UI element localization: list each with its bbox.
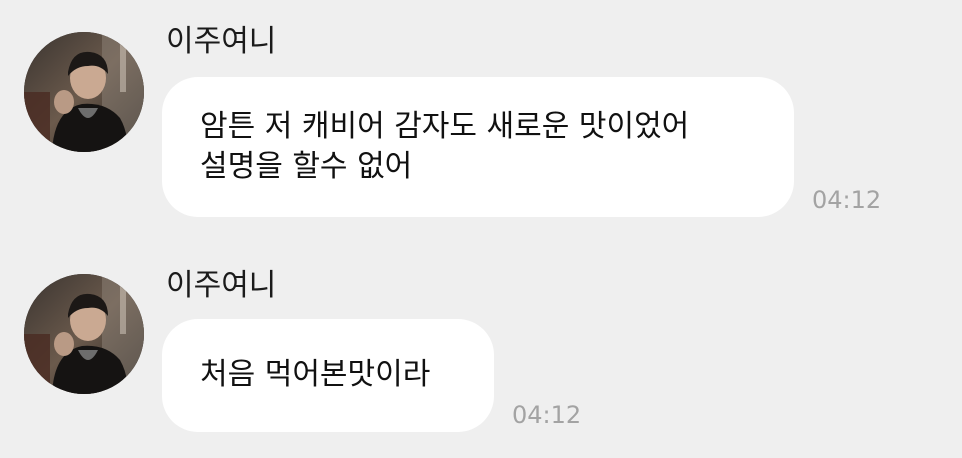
message-text: 암튼 저 캐비어 감자도 새로운 맛이었어 <box>200 109 690 144</box>
message-text: 처음 먹어본맛이라 <box>200 357 431 392</box>
message-bubble[interactable]: 암튼 저 캐비어 감자도 새로운 맛이었어 설명을 할수 없어 <box>162 77 794 217</box>
avatar[interactable] <box>24 274 144 394</box>
message-bubble[interactable]: 처음 먹어본맛이라 <box>162 319 494 432</box>
profile-photo-icon <box>24 274 144 394</box>
sender-name: 이주여니 <box>166 268 277 303</box>
avatar[interactable] <box>24 32 144 152</box>
message-timestamp: 04:12 <box>812 186 882 214</box>
message-text: 설명을 할수 없어 <box>200 149 413 184</box>
sender-name: 이주여니 <box>166 24 277 59</box>
chat-message: 이주여니 암튼 저 캐비어 감자도 새로운 맛이었어 설명을 할수 없어 04:… <box>0 0 962 230</box>
message-timestamp: 04:12 <box>512 401 582 429</box>
chat-message: 이주여니 처음 먹어본맛이라 04:12 <box>0 248 962 458</box>
profile-photo-icon <box>24 32 144 152</box>
